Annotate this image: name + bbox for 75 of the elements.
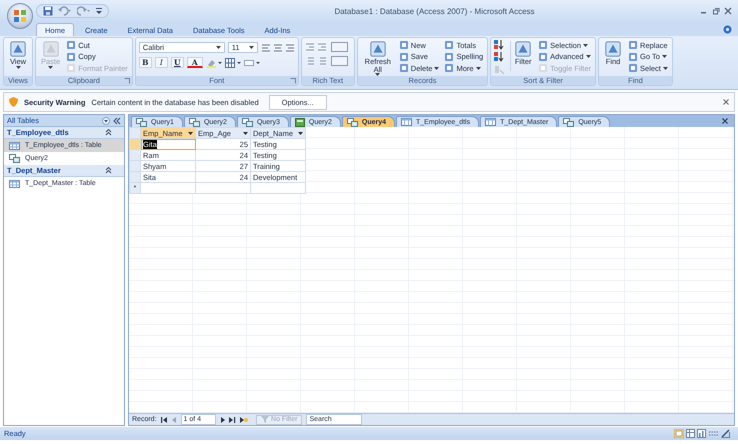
save-icon[interactable] bbox=[43, 6, 53, 16]
indent-buttons-icon[interactable] bbox=[304, 42, 351, 52]
command-icon bbox=[444, 52, 454, 62]
caret-icon bbox=[188, 132, 193, 134]
help-icon[interactable] bbox=[723, 24, 732, 34]
caret-icon bbox=[298, 132, 303, 134]
command-icon bbox=[628, 63, 638, 74]
caret-icon bbox=[586, 55, 591, 58]
caret-icon bbox=[216, 46, 221, 49]
gridlines-icon[interactable] bbox=[224, 58, 241, 68]
chevron-icon bbox=[105, 167, 112, 174]
caret-icon bbox=[434, 66, 440, 70]
command-icon bbox=[538, 40, 548, 50]
caret-icon bbox=[48, 66, 54, 68]
pivot-chart-icon[interactable] bbox=[697, 429, 706, 438]
dialog-launcher-icon[interactable] bbox=[290, 78, 296, 84]
command-icon bbox=[42, 40, 60, 58]
caret-icon bbox=[662, 66, 668, 70]
caret-icon bbox=[583, 44, 588, 47]
sort-ascending-icon[interactable] bbox=[494, 40, 506, 50]
caret-icon bbox=[248, 46, 254, 49]
caret-icon bbox=[16, 66, 20, 68]
query-icon bbox=[242, 118, 253, 126]
command-icon bbox=[398, 52, 409, 62]
command-icon bbox=[398, 63, 409, 74]
next-record-icon[interactable] bbox=[220, 416, 226, 422]
shield-icon bbox=[9, 97, 18, 107]
align-buttons-icon[interactable] bbox=[260, 42, 295, 52]
command-icon bbox=[66, 40, 76, 50]
design-view-icon[interactable] bbox=[721, 429, 730, 438]
last-record-icon[interactable] bbox=[229, 416, 236, 422]
new-record-icon[interactable] bbox=[240, 416, 248, 422]
window-title: Database1 : Database (Access 2007) - Microsoft Access bbox=[333, 6, 536, 16]
command-icon bbox=[444, 63, 454, 74]
office-logo-icon bbox=[13, 9, 27, 23]
undo-icon[interactable] bbox=[58, 6, 72, 16]
command-icon bbox=[368, 40, 387, 58]
sql-view-icon[interactable] bbox=[708, 429, 719, 438]
query-icon bbox=[188, 118, 200, 126]
table-icon bbox=[9, 142, 20, 150]
dropdown-icon[interactable] bbox=[102, 116, 110, 124]
restore-icon[interactable] bbox=[712, 7, 720, 15]
datasheet-view-icon[interactable] bbox=[674, 429, 684, 438]
command-icon bbox=[604, 40, 622, 58]
command-icon bbox=[398, 40, 409, 50]
sort-descending-icon[interactable] bbox=[494, 52, 506, 62]
caret-icon bbox=[476, 66, 481, 70]
command-icon bbox=[66, 52, 76, 62]
close-icon[interactable] bbox=[723, 99, 729, 105]
caret-icon bbox=[662, 55, 667, 58]
command-icon bbox=[66, 63, 76, 74]
redo-icon[interactable] bbox=[77, 6, 91, 16]
office-button[interactable] bbox=[7, 3, 33, 29]
command-icon bbox=[444, 40, 454, 50]
command-icon bbox=[9, 40, 27, 58]
fill-color-icon[interactable] bbox=[244, 58, 260, 68]
command-icon bbox=[628, 52, 638, 62]
first-record-icon[interactable] bbox=[160, 416, 168, 422]
pivot-table-icon[interactable] bbox=[686, 429, 695, 438]
close-icon[interactable] bbox=[722, 118, 728, 124]
caret-icon bbox=[243, 132, 248, 134]
command-icon bbox=[538, 63, 548, 74]
collapse-icon[interactable] bbox=[113, 116, 121, 124]
command-icon bbox=[514, 40, 532, 58]
chevron-icon bbox=[105, 129, 112, 136]
query-icon bbox=[9, 154, 20, 163]
table-icon bbox=[9, 180, 20, 188]
form-icon bbox=[294, 118, 305, 126]
highlight-icon[interactable] bbox=[206, 58, 222, 68]
dialog-launcher-icon[interactable] bbox=[124, 78, 130, 84]
filter-icon bbox=[261, 416, 270, 423]
customize-caret-icon[interactable] bbox=[96, 7, 102, 15]
command-icon bbox=[538, 52, 548, 62]
command-icon bbox=[628, 40, 638, 50]
close-icon[interactable] bbox=[724, 7, 732, 15]
